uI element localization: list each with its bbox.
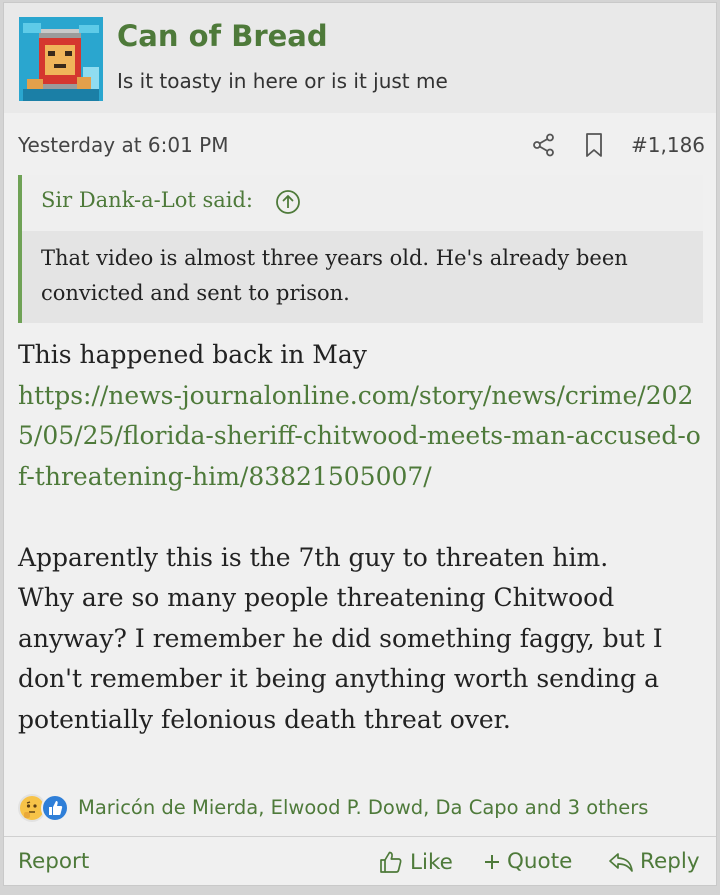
user-title: Is it toasty in here or is it just me [117,69,448,93]
report-button[interactable]: Report [18,849,89,874]
quote-button[interactable]: Quote [483,849,572,874]
reply-button[interactable]: Reply [608,849,700,874]
post-paragraph: Apparently this is the 7th guy to threat… [18,542,609,572]
report-label: Report [18,849,90,874]
post-line: This happened back in May [18,340,367,369]
post-meta-row: Yesterday at 6:01 PM #1,186 [4,127,716,163]
reaction-users[interactable]: Maricón de Mierda, Elwood P. Dowd, Da Ca… [78,796,648,819]
post-number[interactable]: #1,186 [631,133,705,157]
quote-block: Sir Dank-a-Lot said: That video is almos… [18,175,703,323]
thumbs-up-outline-icon [378,849,404,875]
quote-text: That video is almost three years old. He… [41,246,628,305]
reply-label: Reply [640,849,700,874]
plus-icon [483,853,501,871]
username[interactable]: Can of Bread [117,19,328,53]
post-user-header: Can of Bread Is it toasty in here or is … [4,3,716,113]
post-timestamp[interactable]: Yesterday at 6:01 PM [18,133,229,157]
jump-to-quoted-post-icon[interactable] [275,189,301,215]
bookmark-icon[interactable] [582,131,606,159]
share-icon[interactable] [531,132,557,158]
user-avatar[interactable] [19,17,103,101]
quote-label: Quote [507,849,573,874]
quote-author[interactable]: Sir Dank-a-Lot said: [41,188,253,212]
thumbs-up-icon[interactable] [41,794,69,822]
post-footer: Report Like Quote Reply [4,836,716,886]
post-body: This happened back in May https://news-j… [18,335,708,740]
forum-post: Can of Bread Is it toasty in here or is … [3,2,717,886]
reply-arrow-icon [608,850,634,874]
like-label: Like [410,849,453,875]
quote-header: Sir Dank-a-Lot said: [22,175,703,231]
article-link[interactable]: https://news-journalonline.com/story/new… [18,381,701,491]
post-paragraph: Why are so many people threatening Chitw… [18,583,663,734]
like-button[interactable]: Like [378,849,453,875]
reactions-bar: Maricón de Mierda, Elwood P. Dowd, Da Ca… [18,791,708,823]
